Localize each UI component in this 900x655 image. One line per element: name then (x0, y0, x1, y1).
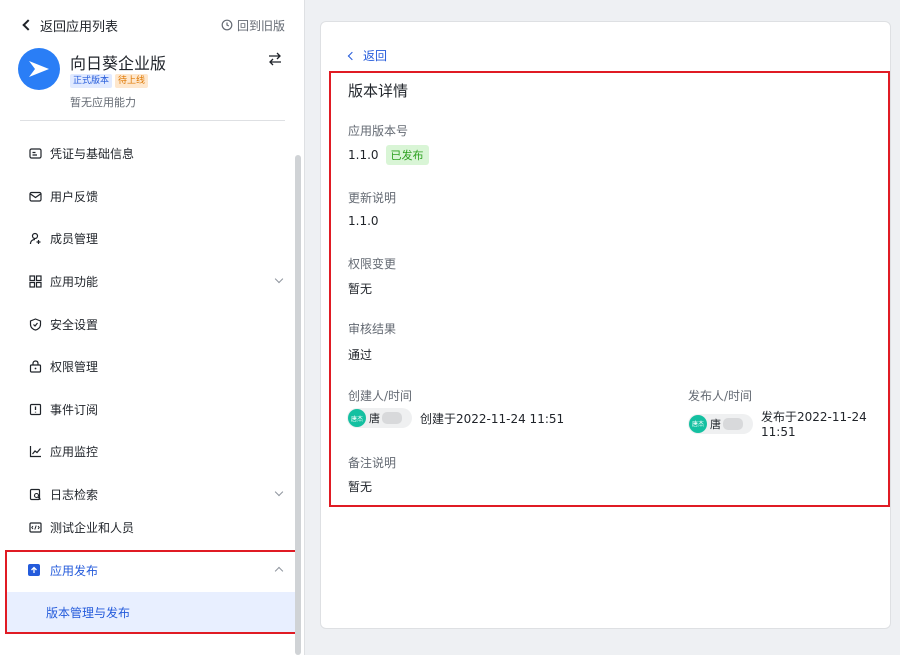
sidebar-item-app-publish[interactable]: 应用发布 (28, 558, 288, 582)
sidebar-item-label: 事件订阅 (50, 402, 99, 417)
version-number-label: 应用版本号 (348, 124, 409, 138)
page-title: 版本详情 (348, 82, 409, 100)
publisher-user-chip[interactable]: 唐杰 唐 (688, 413, 753, 434)
publisher-time-label: 发布人/时间 (688, 389, 753, 403)
swap-icon[interactable] (268, 52, 282, 66)
chart-icon (28, 444, 42, 458)
sidebar-item-feedback[interactable]: 用户反馈 (28, 185, 288, 207)
app-name: 向日葵企业版 (70, 54, 167, 73)
app-description: 暂无应用能力 (70, 96, 136, 109)
event-icon (28, 402, 42, 416)
sidebar-item-app-features[interactable]: 应用功能 (28, 270, 288, 292)
update-notes-label: 更新说明 (348, 191, 397, 205)
remarks-label: 备注说明 (348, 456, 397, 470)
app-logo-icon (18, 48, 60, 90)
chevron-left-icon (347, 51, 357, 60)
redacted-name (723, 417, 743, 430)
creator-time-label: 创建人/时间 (348, 389, 413, 403)
sidebar-item-label: 测试企业和人员 (50, 520, 135, 535)
back-to-old-version-link[interactable]: 回到旧版 (221, 17, 285, 34)
permission-changes-value: 暂无 (348, 282, 373, 296)
sidebar-item-label: 凭证与基础信息 (50, 146, 135, 161)
review-result-value: 通过 (348, 348, 373, 362)
publisher-info: 唐杰 唐 发布于2022-11-24 11:51 (688, 408, 900, 439)
sidebar-subitem-label: 版本管理与发布 (46, 605, 131, 620)
sidebar-item-permissions[interactable]: 权限管理 (28, 355, 288, 377)
sidebar-item-label: 安全设置 (50, 317, 99, 332)
sidebar-item-event-subscription[interactable]: 事件订阅 (28, 398, 288, 420)
sidebar-item-label: 成员管理 (50, 231, 99, 246)
app-card: 向日葵企业版 正式版本 待上线 暂无应用能力 (18, 44, 286, 114)
sidebar-subitem-version-management[interactable]: 版本管理与发布 (7, 592, 295, 632)
back-button-label: 返回 (363, 49, 388, 63)
creator-user-chip[interactable]: 唐杰 唐 (347, 408, 412, 428)
review-result-label: 审核结果 (348, 322, 397, 336)
sidebar-item-log-search[interactable]: 日志检索 (28, 483, 288, 505)
log-search-icon (28, 487, 42, 501)
id-card-icon (28, 146, 42, 160)
sidebar: 返回应用列表 回到旧版 向日葵企业版 正式版本 待上线 暂无应用能力 凭证与基础… (0, 0, 305, 655)
remarks-value: 暂无 (348, 480, 373, 494)
sidebar-item-app-monitoring[interactable]: 应用监控 (28, 440, 288, 462)
user-add-icon (28, 231, 42, 245)
creator-info: 唐杰 唐 创建于2022-11-24 11:51 (347, 408, 564, 428)
sidebar-item-security[interactable]: 安全设置 (28, 313, 288, 335)
official-version-badge: 正式版本 (70, 74, 113, 88)
version-number-text: 1.1.0 (348, 148, 379, 162)
sidebar-item-label: 应用监控 (50, 444, 99, 459)
pending-launch-badge: 待上线 (115, 74, 149, 88)
chevron-down-icon (274, 487, 284, 497)
permission-changes-label: 权限变更 (348, 257, 397, 271)
back-to-app-list-label: 返回应用列表 (40, 19, 119, 35)
back-to-old-version-label: 回到旧版 (236, 18, 285, 33)
version-detail-highlight (329, 71, 890, 507)
sidebar-item-members[interactable]: 成员管理 (28, 227, 288, 249)
chevron-up-icon (274, 566, 284, 576)
grid-icon (28, 274, 42, 288)
history-icon (221, 19, 233, 31)
test-icon (28, 520, 42, 534)
chevron-left-icon (22, 19, 34, 31)
creator-name: 唐 (369, 412, 380, 425)
publisher-name: 唐 (710, 417, 721, 431)
sidebar-item-label: 应用功能 (50, 274, 99, 289)
back-button[interactable]: 返回 (347, 47, 388, 64)
sidebar-top-row: 返回应用列表 回到旧版 (20, 16, 285, 35)
sidebar-item-label: 应用发布 (50, 563, 99, 578)
redacted-name (382, 412, 402, 424)
created-time: 创建于2022-11-24 11:51 (420, 411, 565, 426)
sidebar-item-credentials[interactable]: 凭证与基础信息 (28, 142, 288, 164)
back-to-app-list-link[interactable]: 返回应用列表 (20, 16, 118, 35)
sidebar-divider (20, 120, 285, 121)
avatar: 唐杰 (689, 414, 707, 433)
published-time: 发布于2022-11-24 11:51 (761, 410, 867, 439)
sidebar-item-label: 用户反馈 (50, 189, 99, 204)
lock-icon (28, 359, 42, 373)
update-notes-value: 1.1.0 (348, 214, 379, 228)
shield-icon (28, 317, 42, 331)
upload-icon (28, 564, 40, 576)
chevron-down-icon (274, 274, 284, 284)
sidebar-item-label: 权限管理 (50, 359, 99, 374)
app-badges: 正式版本 待上线 (70, 74, 149, 88)
version-number-value: 1.1.0 已发布 (348, 145, 429, 165)
sidebar-item-test-enterprise[interactable]: 测试企业和人员 (28, 516, 288, 538)
avatar: 唐杰 (348, 409, 366, 427)
status-badge: 已发布 (385, 145, 429, 165)
sidebar-scrollbar[interactable] (295, 155, 301, 655)
mail-icon (28, 189, 42, 203)
sidebar-item-label: 日志检索 (50, 487, 99, 502)
